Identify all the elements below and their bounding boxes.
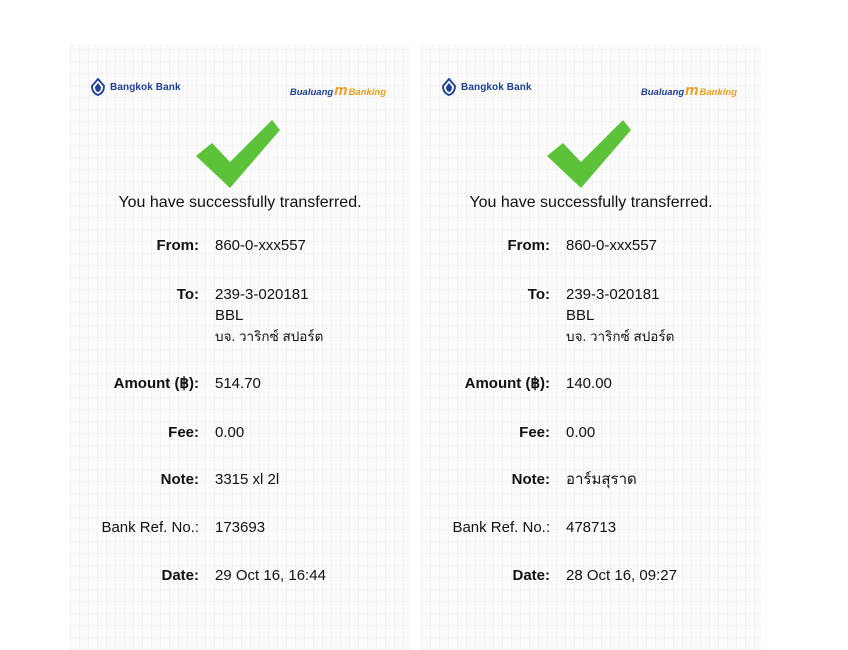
lotus-icon [91, 78, 105, 96]
to-account: 239-3-020181 [566, 286, 660, 303]
date-value: 28 Oct 16, 09:27 [566, 567, 677, 584]
to-account: 239-3-020181 [215, 286, 309, 303]
success-check-icon [547, 120, 631, 188]
to-label: To: [176, 286, 199, 303]
to-bank: BBL [566, 307, 595, 324]
to-details: 239-3-020181 BBL บจ. วาริกซ์ สปอร์ต [215, 284, 323, 347]
bualuang-mbanking-logo: BualuangmBanking [290, 82, 386, 99]
bank-name: Bangkok Bank [461, 81, 532, 93]
amount-label: Amount (฿): [113, 375, 199, 392]
success-message: You have successfully transferred. [469, 194, 713, 211]
note-value: อาร์มสุราด [566, 471, 637, 488]
logo-text-bualuang: Bualuang [289, 87, 334, 98]
bank-ref-label: Bank Ref. No.: [101, 519, 199, 536]
date-label: Date: [161, 567, 199, 584]
transfer-slip: Bangkok Bank BualuangmBanking You have s… [70, 44, 410, 650]
date-label: Date: [512, 567, 550, 584]
bangkok-bank-logo: Bangkok Bank [90, 78, 181, 96]
bangkok-bank-logo: Bangkok Bank [441, 78, 532, 96]
logo-mark-m: m [334, 82, 348, 99]
logo-text-banking: Banking [348, 87, 386, 98]
from-account: 860-0-xxx557 [566, 237, 657, 254]
note-value: 3315 xl 2l [215, 471, 280, 488]
note-label: Note: [511, 471, 550, 488]
bualuang-mbanking-logo: BualuangmBanking [641, 82, 737, 99]
fee-label: Fee: [519, 424, 550, 441]
from-label: From: [507, 237, 551, 254]
fee-value: 0.00 [215, 424, 245, 441]
success-check-icon [196, 120, 280, 188]
note-label: Note: [160, 471, 199, 488]
from-account: 860-0-xxx557 [215, 237, 306, 254]
transfer-slip: Bangkok Bank BualuangmBanking You have s… [421, 44, 761, 650]
from-label: From: [156, 237, 200, 254]
bank-ref-label: Bank Ref. No.: [452, 519, 550, 536]
amount-value: 140.00 [566, 375, 612, 392]
to-bank: BBL [215, 307, 244, 324]
lotus-icon [442, 78, 456, 96]
success-message: You have successfully transferred. [118, 194, 362, 211]
logo-mark-m: m [685, 82, 699, 99]
to-name: บจ. วาริกซ์ สปอร์ต [566, 329, 675, 344]
logo-text-banking: Banking [699, 87, 737, 98]
bank-ref-value: 173693 [215, 519, 266, 536]
bank-ref-value: 478713 [566, 519, 617, 536]
to-label: To: [527, 286, 550, 303]
fee-value: 0.00 [566, 424, 596, 441]
fee-label: Fee: [168, 424, 199, 441]
amount-value: 514.70 [215, 375, 261, 392]
bank-name: Bangkok Bank [110, 81, 181, 93]
logo-text-bualuang: Bualuang [640, 87, 685, 98]
to-name: บจ. วาริกซ์ สปอร์ต [215, 329, 324, 344]
to-details: 239-3-020181 BBL บจ. วาริกซ์ สปอร์ต [566, 284, 674, 347]
date-value: 29 Oct 16, 16:44 [215, 567, 326, 584]
amount-label: Amount (฿): [464, 375, 550, 392]
